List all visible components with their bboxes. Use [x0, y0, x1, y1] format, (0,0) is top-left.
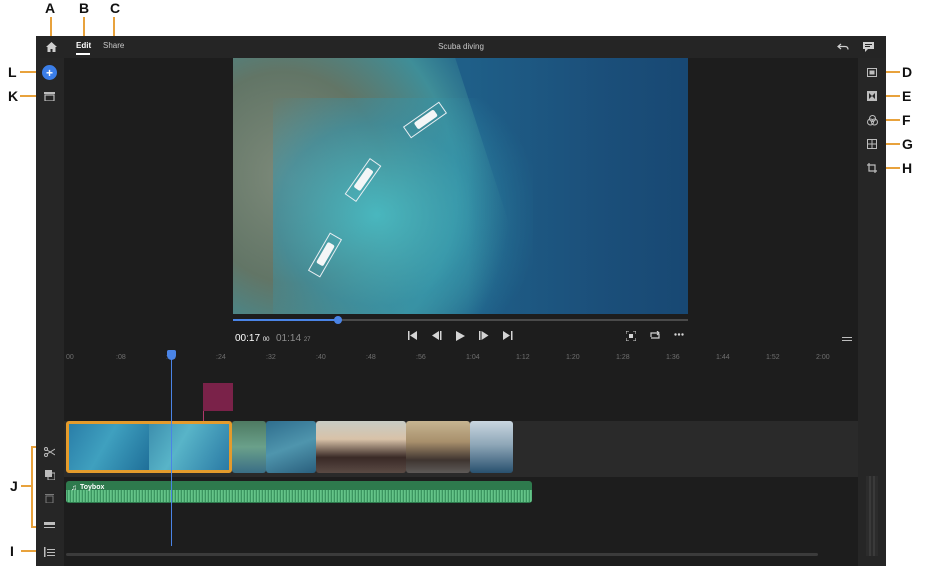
- ruler-tick-label: :24: [216, 354, 226, 361]
- track-options-icon[interactable]: [42, 518, 57, 533]
- ruler-tick-label: :40: [316, 354, 326, 361]
- track-list-icon[interactable]: [42, 544, 57, 559]
- play-icon[interactable]: [456, 331, 465, 344]
- audio-clip-label: Toybox: [80, 484, 105, 491]
- left-toolbar: +: [36, 58, 64, 566]
- time-ruler[interactable]: 00:08:16:24:32:40:48:561:041:121:201:281…: [64, 354, 858, 364]
- callout-k: K: [8, 88, 19, 104]
- callout-l: L: [8, 64, 17, 80]
- callout-f: F: [902, 112, 911, 128]
- video-clip[interactable]: [406, 421, 470, 473]
- ruler-tick-label: :48: [366, 354, 376, 361]
- more-options-icon[interactable]: [674, 328, 684, 339]
- selected-video-clip[interactable]: [66, 421, 232, 473]
- video-clip[interactable]: [266, 421, 316, 473]
- video-clip[interactable]: [232, 421, 266, 473]
- music-note-icon: ♫: [71, 483, 77, 492]
- skip-to-start-icon[interactable]: [408, 331, 418, 343]
- next-frame-icon[interactable]: [479, 331, 489, 343]
- scrubber-progress: [233, 319, 338, 321]
- trash-icon[interactable]: [42, 490, 57, 505]
- video-editor-window: Edit Share Scuba diving + 00:17 00 01:14…: [36, 36, 886, 566]
- callout-e: E: [902, 88, 912, 104]
- grid-icon[interactable]: [865, 137, 879, 151]
- annotated-screenshot: A B C D E F G H L K J I Edit Share Scuba…: [0, 0, 925, 582]
- active-tab-indicator: [76, 53, 90, 55]
- callout-h: H: [902, 160, 913, 176]
- clip-thumbnail: [69, 424, 149, 470]
- playhead-handle[interactable]: [167, 350, 176, 360]
- callout-j: J: [10, 478, 18, 494]
- current-time-value: 00:17: [235, 333, 261, 344]
- color-icon[interactable]: [865, 113, 879, 127]
- total-time: 01:14 27: [276, 333, 311, 344]
- feedback-icon[interactable]: [861, 40, 875, 54]
- total-time-value: 01:14: [276, 333, 302, 344]
- callout-b: B: [79, 0, 90, 16]
- callout-bracket-j: [31, 446, 33, 528]
- ruler-tick-label: 1:12: [516, 354, 530, 361]
- crop-icon[interactable]: [865, 161, 879, 175]
- audio-clip[interactable]: ♫ Toybox: [66, 481, 532, 503]
- playhead-line: [171, 350, 172, 546]
- video-clip[interactable]: [470, 421, 513, 473]
- previous-frame-icon[interactable]: [432, 331, 442, 343]
- ruler-tick-label: 1:28: [616, 354, 630, 361]
- video-scrubber[interactable]: [233, 316, 688, 324]
- audio-level-meter: [866, 476, 878, 556]
- content-panel-icon[interactable]: [42, 89, 57, 104]
- ruler-tick-label: 1:44: [716, 354, 730, 361]
- clip-thumbnail: [149, 424, 229, 470]
- duplicate-icon[interactable]: [42, 467, 57, 482]
- add-media-icon[interactable]: +: [42, 65, 57, 80]
- timeline-horizontal-scrollbar[interactable]: [66, 553, 818, 556]
- ruler-tick-label: 1:36: [666, 354, 680, 361]
- timeline-resize-icon[interactable]: [842, 334, 852, 345]
- ruler-tick-label: 1:20: [566, 354, 580, 361]
- ruler-tick-label: :32: [266, 354, 276, 361]
- fit-to-screen-icon[interactable]: [625, 330, 637, 344]
- ruler-tick-label: 1:04: [466, 354, 480, 361]
- current-time: 00:17 00: [235, 333, 270, 344]
- loop-icon[interactable]: [649, 330, 661, 343]
- ruler-tick-label: :56: [416, 354, 426, 361]
- callout-g: G: [902, 136, 913, 152]
- skip-to-end-icon[interactable]: [503, 331, 513, 343]
- current-time-frames: 00: [262, 337, 270, 343]
- video-clip[interactable]: [316, 421, 406, 473]
- top-bar: Edit Share Scuba diving: [36, 36, 886, 58]
- undo-icon[interactable]: [836, 40, 850, 54]
- video-preview[interactable]: [233, 58, 688, 314]
- scrubber-handle[interactable]: [333, 316, 342, 324]
- titles-icon[interactable]: [865, 65, 879, 79]
- transitions-icon[interactable]: [865, 89, 879, 103]
- ruler-tick-label: 00: [66, 354, 74, 361]
- audio-waveform: [66, 490, 532, 502]
- total-time-frames: 27: [303, 337, 311, 343]
- scissors-icon[interactable]: [42, 444, 57, 459]
- ruler-tick-label: :08: [116, 354, 126, 361]
- deep-water: [468, 58, 688, 314]
- ruler-tick-label: 1:52: [766, 354, 780, 361]
- ruler-tick-label: 2:00: [816, 354, 830, 361]
- callout-d: D: [902, 64, 913, 80]
- timeline-marker[interactable]: [203, 383, 233, 411]
- callout-i: I: [10, 543, 14, 559]
- callout-a: A: [45, 0, 56, 16]
- callout-c: C: [110, 0, 121, 16]
- project-title: Scuba diving: [438, 42, 484, 51]
